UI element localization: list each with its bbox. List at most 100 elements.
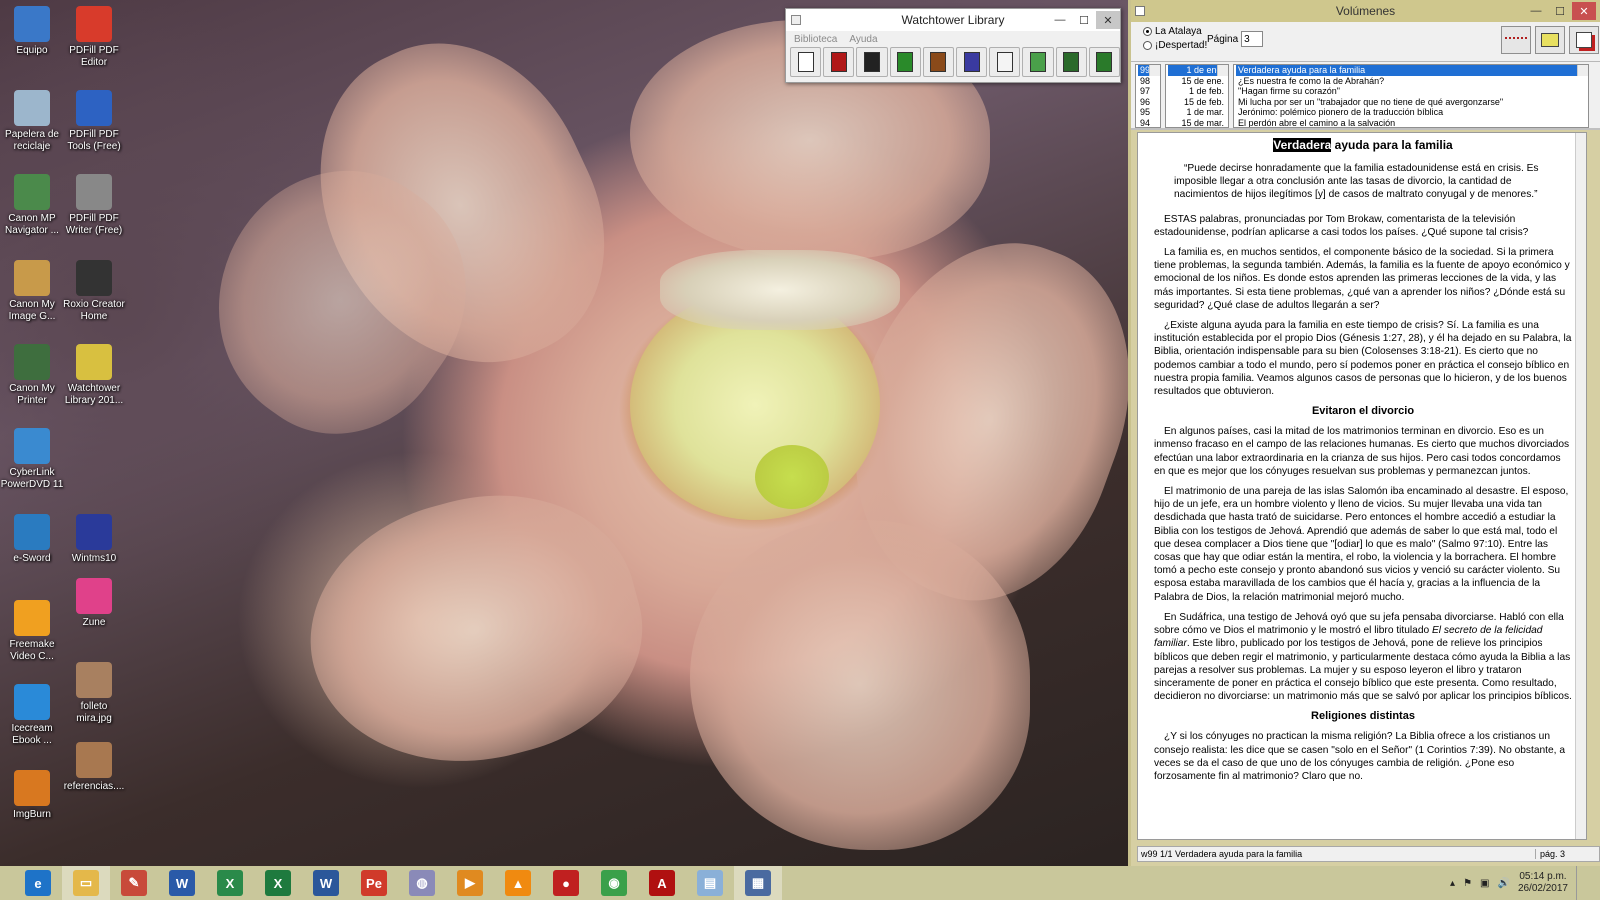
desktop-icon[interactable]: Canon My Image G... (0, 260, 64, 323)
date-item[interactable]: 15 de mar. (1168, 118, 1226, 128)
desktop-icon[interactable]: Watchtower Library 201... (62, 344, 126, 407)
library-button[interactable] (790, 47, 822, 77)
maximize-button[interactable]: ☐ (1072, 11, 1096, 29)
article-item[interactable]: El perdón abre el camino a la salvación (1236, 118, 1586, 128)
taskbar-media-player-button[interactable]: ▶ (446, 866, 494, 900)
close-button[interactable]: ✕ (1572, 2, 1596, 20)
taskbar-document-app-button[interactable]: ▤ (686, 866, 734, 900)
close-button[interactable]: ✕ (1096, 11, 1120, 29)
book-dark-button[interactable] (856, 47, 888, 77)
volume-lists: 99 98 97 96 95 94 1 de ene. 15 de ene. 1 de feb… (1131, 62, 1600, 130)
taskbar-vlc-button[interactable]: ▲ (494, 866, 542, 900)
taskbar-excel-viewer-button[interactable]: X (206, 866, 254, 900)
desktop-icon[interactable]: PDFill PDF Tools (Free) (62, 90, 126, 153)
page-input[interactable] (1241, 31, 1264, 47)
desktop-icon[interactable]: Canon MP Navigator ... (0, 174, 64, 237)
wallpaper-petal (690, 520, 1030, 850)
copy-button[interactable] (1022, 47, 1054, 77)
desktop-icon[interactable]: Canon My Printer (0, 344, 64, 407)
desktop-icon[interactable]: Equipo (0, 6, 64, 57)
bible-button[interactable] (823, 47, 855, 77)
radio-dot[interactable] (1143, 41, 1152, 50)
menu-ayuda[interactable]: Ayuda (849, 34, 877, 45)
taskbar-pe-button[interactable]: Pe (350, 866, 398, 900)
article-item[interactable]: Jerónimo: polémico pionero de la traducc… (1236, 107, 1586, 118)
date-item[interactable]: 1 de mar. (1168, 107, 1226, 118)
note-button[interactable] (1535, 26, 1565, 54)
year-item[interactable]: 95 (1138, 107, 1158, 118)
radio-atalaya[interactable]: La Atalaya (1143, 26, 1207, 37)
maximize-button[interactable]: ☐ (1548, 2, 1572, 20)
article-item[interactable]: Mi lucha por ser un "trabajador que no t… (1236, 97, 1586, 108)
year-item[interactable]: 94 (1138, 118, 1158, 128)
books-colored-button[interactable] (956, 47, 988, 77)
radio-label: ¡Despertad! (1155, 40, 1208, 51)
book-green-button[interactable] (889, 47, 921, 77)
taskbar-excel-button[interactable]: X (254, 866, 302, 900)
date-scrollbar[interactable] (1217, 65, 1228, 76)
desktop-icon[interactable]: Icecream Ebook ... (0, 684, 64, 747)
show-hidden-icons-icon[interactable]: ▴ (1450, 878, 1455, 889)
taskbar-file-explorer-button[interactable]: ▭ (62, 866, 110, 900)
taskbar-paint-button[interactable]: ✎ (110, 866, 158, 900)
article-item[interactable]: Verdadera ayuda para la familia (1236, 65, 1586, 76)
desktop-icon[interactable]: Wintms10 (62, 514, 126, 565)
clock[interactable]: 05:14 p.m. 26/02/2017 (1518, 871, 1568, 895)
title-scrollbar[interactable] (1577, 65, 1588, 76)
network-icon[interactable]: ▣ (1480, 878, 1489, 889)
desktop-icon[interactable]: PDFill PDF Writer (Free) (62, 174, 126, 237)
date-list[interactable]: 1 de ene. 15 de ene. 1 de feb. 15 de feb. 1 … (1165, 64, 1229, 128)
minimize-button[interactable]: — (1524, 2, 1548, 20)
edit-button[interactable] (1088, 47, 1121, 77)
taskbar-acrobat-button[interactable]: A (638, 866, 686, 900)
show-desktop-button[interactable] (1576, 866, 1584, 900)
taskbar-internet-explorer-button[interactable]: e (14, 866, 62, 900)
volume-icon[interactable]: 🔊 (1497, 878, 1509, 889)
article-panel[interactable]: Verdadera ayuda para la familia “Puede d… (1137, 132, 1587, 840)
links-button[interactable] (1501, 26, 1531, 54)
search-button[interactable] (1055, 47, 1087, 77)
desktop-icon[interactable]: ImgBurn (0, 770, 64, 821)
date-item[interactable]: 1 de feb. (1168, 86, 1226, 97)
article-scrollbar[interactable] (1575, 133, 1586, 839)
date-item[interactable]: 15 de ene. (1168, 76, 1226, 87)
year-item[interactable]: 97 (1138, 86, 1158, 97)
desktop-icon[interactable]: PDFill PDF Editor (62, 6, 126, 69)
date-item[interactable]: 15 de feb. (1168, 97, 1226, 108)
taskbar-chrome-button[interactable]: ◉ (590, 866, 638, 900)
minimize-button[interactable]: — (1048, 11, 1072, 29)
year-scrollbar[interactable] (1149, 65, 1160, 76)
article-item[interactable]: "Hagan firme su corazón" (1236, 86, 1586, 97)
title-list[interactable]: Verdadera ayuda para la familia ¿Es nuest… (1233, 64, 1589, 128)
desktop-icon[interactable]: folleto mira.jpg (62, 662, 126, 725)
desktop-icon[interactable]: Papelera de reciclaje (0, 90, 64, 153)
watchtower-library-window[interactable]: Watchtower Library — ☐ ✕ Biblioteca Ayud… (785, 8, 1121, 83)
taskbar-colorful-app-button[interactable]: ◍ (398, 866, 446, 900)
year-list[interactable]: 99 98 97 96 95 94 (1135, 64, 1161, 128)
menu-biblioteca[interactable]: Biblioteca (794, 34, 837, 45)
books-button[interactable] (922, 47, 955, 77)
volumenes-window[interactable]: Volúmenes — ☐ ✕ La Atalaya ¡Despertad! P… (1128, 0, 1600, 866)
article-item[interactable]: ¿Es nuestra fe como la de Abrahán? (1236, 76, 1586, 87)
taskbar-cd-burner-button[interactable]: ● (542, 866, 590, 900)
copy-button[interactable] (1569, 26, 1599, 54)
taskbar-watchtower-library-button[interactable]: ▦ (734, 866, 782, 900)
desktop-icon[interactable]: e-Sword (0, 514, 64, 565)
taskbar-word-button[interactable]: W (302, 866, 350, 900)
title-bar[interactable]: Watchtower Library — ☐ ✕ (786, 9, 1120, 31)
radio-dot[interactable] (1143, 27, 1152, 36)
radio-despertad[interactable]: ¡Despertad! (1143, 40, 1207, 51)
desktop-icon[interactable]: Freemake Video C... (0, 600, 64, 663)
desktop-icon[interactable]: CyberLink PowerDVD 11 (0, 428, 64, 491)
taskbar-wordpad-button[interactable]: W (158, 866, 206, 900)
desktop-icon-label: Watchtower Library 201... (64, 383, 124, 406)
desktop-icon[interactable]: referencias.... (62, 742, 126, 793)
index-button[interactable] (989, 47, 1021, 77)
app-shortcut-icon (14, 6, 50, 42)
flag-icon[interactable]: ⚑ (1463, 878, 1472, 889)
desktop-icon[interactable]: Zune (62, 578, 126, 629)
title-bar[interactable]: Volúmenes — ☐ ✕ (1131, 0, 1600, 22)
year-item[interactable]: 98 (1138, 76, 1158, 87)
desktop-icon[interactable]: Roxio Creator Home (62, 260, 126, 323)
year-item[interactable]: 96 (1138, 97, 1158, 108)
